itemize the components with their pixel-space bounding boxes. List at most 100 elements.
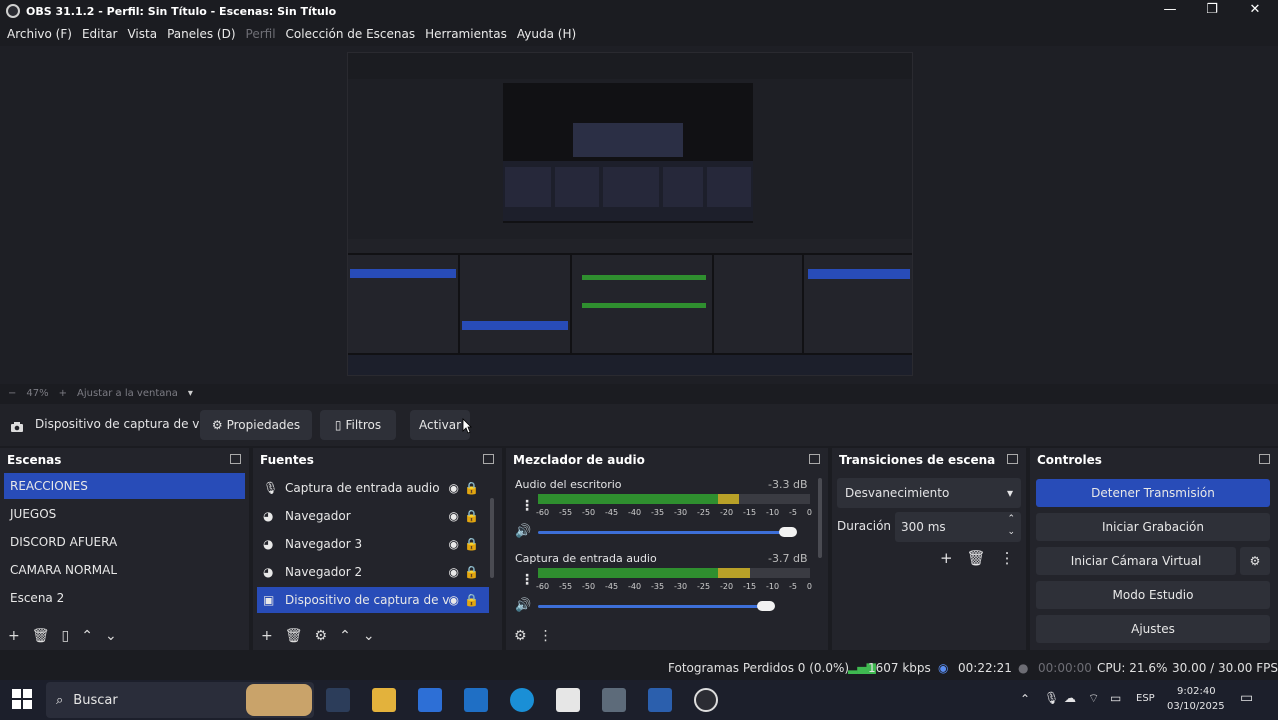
sources-footer: + 🗑 ⚙ ⌃ ⌄: [253, 622, 502, 650]
chevron-up-icon[interactable]: ⌃: [81, 628, 93, 644]
solitaire-icon[interactable]: [556, 688, 580, 712]
add-icon[interactable]: +: [261, 628, 273, 644]
stop-streaming-button[interactable]: Detener Transmisión: [1036, 479, 1270, 507]
word-icon[interactable]: [648, 688, 672, 712]
scene-item[interactable]: DISCORD AFUERA: [4, 529, 245, 555]
onedrive-icon[interactable]: ☁: [1064, 691, 1076, 705]
clock-time[interactable]: 9:02:40: [1177, 686, 1216, 697]
windows-start-icon[interactable]: [12, 689, 32, 713]
fit-window-label[interactable]: Ajustar a la ventana: [77, 388, 178, 399]
close-button[interactable]: ✕: [1233, 0, 1277, 22]
calculator-icon[interactable]: [602, 688, 626, 712]
undock-icon[interactable]: [1007, 454, 1018, 464]
scrollbar[interactable]: [818, 478, 822, 558]
search-box[interactable]: ⌕ Buscar: [46, 682, 314, 718]
eye-icon[interactable]: ◉: [449, 537, 459, 551]
volume-knob[interactable]: [779, 527, 798, 537]
task-view-icon[interactable]: [326, 688, 350, 712]
kebab-menu-icon[interactable]: ⋮: [520, 572, 534, 588]
filter-icon[interactable]: ▯: [62, 628, 70, 644]
volume-knob[interactable]: [757, 601, 776, 611]
start-virtual-camera-button[interactable]: Iniciar Cámara Virtual: [1036, 547, 1236, 575]
menu-editar[interactable]: Editar: [82, 27, 118, 41]
notification-icon[interactable]: ▭: [1240, 690, 1253, 706]
menu-archivo[interactable]: Archivo (F): [7, 27, 72, 41]
menu-vista[interactable]: Vista: [127, 27, 157, 41]
eye-icon[interactable]: ◉: [449, 509, 459, 523]
undock-icon[interactable]: [230, 454, 241, 464]
virtual-camera-settings-button[interactable]: ⚙: [1240, 547, 1270, 575]
undock-icon[interactable]: [809, 454, 820, 464]
menu-herramientas[interactable]: Herramientas: [425, 27, 507, 41]
menu-coleccion-escenas[interactable]: Colección de Escenas: [286, 27, 416, 41]
microphone-icon[interactable]: 🎙: [1044, 691, 1059, 705]
source-item[interactable]: ◕ Navegador ◉ 🔒: [257, 503, 489, 529]
preview-canvas[interactable]: [347, 52, 913, 376]
speaker-icon[interactable]: 🔊: [515, 524, 531, 539]
scene-item[interactable]: JUEGOS: [4, 501, 245, 527]
menu-paneles[interactable]: Paneles (D): [167, 27, 235, 41]
zoom-out-button[interactable]: −: [8, 388, 16, 399]
minimize-button[interactable]: —: [1148, 0, 1192, 22]
menu-perfil[interactable]: Perfil: [246, 27, 276, 41]
chevron-up-icon[interactable]: ⌃: [339, 628, 351, 644]
lock-icon[interactable]: 🔒: [464, 537, 479, 551]
trash-icon[interactable]: 🗑: [285, 628, 303, 644]
chevron-down-icon[interactable]: ⌄: [105, 628, 117, 644]
chevron-down-icon[interactable]: ⌄: [363, 628, 375, 644]
activate-button[interactable]: Activar: [410, 410, 470, 440]
volume-slider[interactable]: [538, 531, 789, 534]
eye-icon[interactable]: ◉: [449, 481, 459, 495]
gear-icon[interactable]: ⚙: [315, 628, 328, 644]
kebab-menu-icon[interactable]: ⋮: [539, 628, 553, 644]
menu-ayuda[interactable]: Ayuda (H): [517, 27, 576, 41]
language-indicator[interactable]: ESP: [1136, 693, 1155, 704]
add-icon[interactable]: +: [940, 549, 953, 567]
sources-dock: Fuentes 🎙 Captura de entrada audio ◉ 🔒 ◕…: [253, 448, 502, 650]
source-item[interactable]: 🎙 Captura de entrada audio ◉ 🔒: [257, 475, 489, 501]
chevron-up-icon[interactable]: ⌃: [1020, 692, 1030, 706]
volume-slider[interactable]: [538, 605, 767, 608]
chevron-down-icon[interactable]: ▾: [188, 388, 193, 399]
eye-icon[interactable]: ◉: [449, 565, 459, 579]
source-item-selected[interactable]: ▣ Dispositivo de captura de v ◉ 🔒: [257, 587, 489, 613]
outlook-icon[interactable]: [464, 688, 488, 712]
store-icon[interactable]: [418, 688, 442, 712]
trash-icon[interactable]: 🗑: [32, 628, 50, 644]
maximize-button[interactable]: ❐: [1190, 0, 1234, 22]
kebab-menu-icon[interactable]: ⋮: [520, 498, 534, 514]
start-recording-button[interactable]: Iniciar Grabación: [1036, 513, 1270, 541]
obs-taskbar-icon[interactable]: [694, 688, 718, 712]
scene-item[interactable]: CAMARA NORMAL: [4, 557, 245, 583]
wifi-icon[interactable]: ⌔: [1088, 691, 1099, 706]
clock-date[interactable]: 03/10/2025: [1167, 701, 1225, 712]
transition-select[interactable]: Desvanecimiento ▾: [837, 478, 1021, 508]
studio-mode-button[interactable]: Modo Estudio: [1036, 581, 1270, 609]
kebab-menu-icon[interactable]: ⋮: [1000, 549, 1015, 567]
undock-icon[interactable]: [483, 454, 494, 464]
edge-icon[interactable]: [510, 688, 534, 712]
scene-item[interactable]: REACCIONES: [4, 473, 245, 499]
scrollbar[interactable]: [490, 498, 494, 578]
battery-icon[interactable]: ▭: [1110, 691, 1121, 705]
properties-button[interactable]: ⚙ Propiedades: [200, 410, 312, 440]
advanced-audio-icon[interactable]: ⚙: [514, 628, 527, 644]
eye-icon[interactable]: ◉: [449, 593, 459, 607]
lock-icon[interactable]: 🔒: [464, 509, 479, 523]
trash-icon[interactable]: 🗑: [967, 549, 986, 567]
source-item[interactable]: ◕ Navegador 2 ◉ 🔒: [257, 559, 489, 585]
undock-icon[interactable]: [1259, 454, 1270, 464]
lock-icon[interactable]: 🔒: [464, 593, 479, 607]
zoom-in-button[interactable]: +: [59, 388, 67, 399]
lock-icon[interactable]: 🔒: [464, 481, 479, 495]
filters-button[interactable]: ▯ Filtros: [320, 410, 396, 440]
spin-arrows-icon[interactable]: ⌃ ⌄: [1007, 513, 1015, 539]
duration-spinbox[interactable]: 300 ms ⌃ ⌄: [895, 512, 1021, 542]
speaker-icon[interactable]: 🔊: [515, 598, 531, 613]
scene-item[interactable]: Escena 2: [4, 585, 245, 611]
add-icon[interactable]: +: [8, 628, 20, 644]
file-explorer-icon[interactable]: [372, 688, 396, 712]
source-item[interactable]: ◕ Navegador 3 ◉ 🔒: [257, 531, 489, 557]
settings-button[interactable]: Ajustes: [1036, 615, 1270, 643]
lock-icon[interactable]: 🔒: [464, 565, 479, 579]
